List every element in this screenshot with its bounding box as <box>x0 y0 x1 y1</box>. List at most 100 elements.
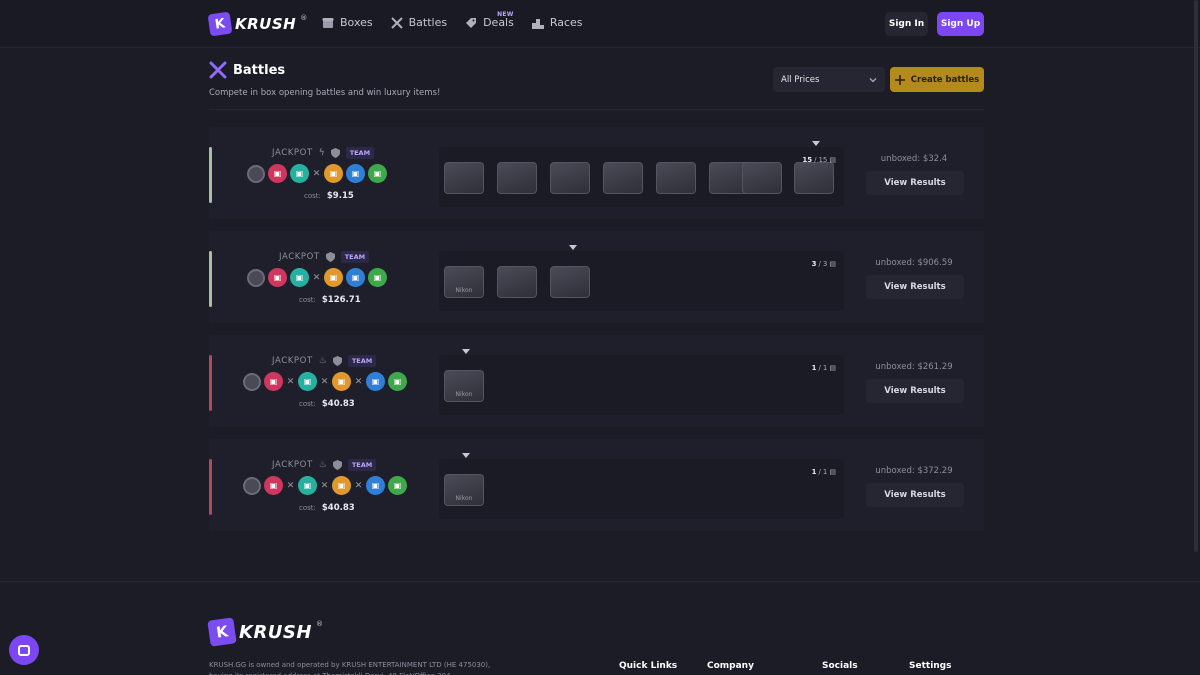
player-box-icon[interactable]: ▣ <box>332 476 351 495</box>
avatar[interactable] <box>243 476 261 495</box>
item-thumbnail[interactable] <box>494 261 540 303</box>
player-box-icon[interactable]: ▣ <box>388 372 407 391</box>
cost-value: $126.71 <box>321 295 361 305</box>
page-title-text: Battles <box>233 62 286 78</box>
chevron-down-icon <box>869 77 877 82</box>
price-filter-select[interactable]: All Prices <box>773 67 885 92</box>
item-thumbnail[interactable] <box>739 157 785 199</box>
avatar[interactable] <box>247 164 265 183</box>
sign-up-button[interactable]: Sign Up <box>937 12 984 36</box>
logo-registered-mark: ® <box>315 620 323 628</box>
items-strip: Nikon 1/1 ▤ <box>439 453 844 519</box>
player-box-icon[interactable]: ▣ <box>324 268 343 287</box>
progress-total: 1 <box>822 364 828 372</box>
item-thumbnail[interactable]: Nikon <box>441 365 487 407</box>
footer-divider <box>0 581 1200 582</box>
mode-label: JACKPOT <box>272 460 313 470</box>
battle-info: JACKPOT ϟ TEAM ▣ ▣ ✕ ▣ ▣ ▣ cost: $9.15 <box>239 127 429 219</box>
logo-registered-mark: ® <box>300 14 308 22</box>
cost-value: $40.83 <box>321 399 355 409</box>
brand-logo[interactable]: K KRUSH ® <box>207 11 308 37</box>
player-box-icon[interactable]: ▣ <box>368 164 387 183</box>
versus-icon: ✕ <box>286 376 295 387</box>
podium-icon <box>531 18 544 29</box>
battle-info: JACKPOT ♨ TEAM ▣ ✕ ▣ ✕ ▣ ✕ ▣ ▣ cost: $40… <box>239 439 429 531</box>
item-thumbnail[interactable] <box>441 157 487 199</box>
battle-mode: JACKPOT TEAM <box>279 251 370 263</box>
battle-row: JACKPOT ♨ TEAM ▣ ✕ ▣ ✕ ▣ ✕ ▣ ▣ cost: $40… <box>209 439 984 531</box>
unboxed-value: unboxed: $906.59 <box>875 258 953 268</box>
round-progress: 3/3 ▤ <box>811 260 836 268</box>
player-box-icon[interactable]: ▣ <box>298 372 317 391</box>
chat-button[interactable] <box>9 635 39 665</box>
players: ▣ ✕ ▣ ✕ ▣ ✕ ▣ ▣ <box>243 476 407 495</box>
player-box-icon[interactable]: ▣ <box>366 476 385 495</box>
sign-in-button[interactable]: Sign In <box>885 12 928 36</box>
mode-label: JACKPOT <box>272 356 313 366</box>
footer-logo[interactable]: K KRUSH ® <box>207 617 323 647</box>
items-strip: 15/15 ▤ <box>439 141 844 207</box>
player-box-icon[interactable]: ▣ <box>332 372 351 391</box>
round-progress: 15/15 ▤ <box>802 156 836 164</box>
player-box-icon[interactable]: ▣ <box>268 164 287 183</box>
nav-deals[interactable]: Deals NEW <box>465 11 514 29</box>
item-thumbnail[interactable] <box>600 157 646 199</box>
progress-total: 1 <box>822 468 828 476</box>
nav-races[interactable]: Races <box>531 16 583 29</box>
round-progress: 1/1 ▤ <box>811 364 836 372</box>
row-status-bar <box>209 459 212 515</box>
player-box-icon[interactable]: ▣ <box>368 268 387 287</box>
unboxed-value: unboxed: $372.29 <box>875 466 953 476</box>
view-results-button[interactable]: View Results <box>866 379 964 403</box>
scrollbar[interactable] <box>1194 0 1198 552</box>
item-thumbnail[interactable]: Nikon <box>441 469 487 511</box>
view-results-button[interactable]: View Results <box>866 483 964 507</box>
cost-label: cost: <box>299 296 316 304</box>
item-thumbnail[interactable] <box>547 157 593 199</box>
avatar[interactable] <box>247 268 265 287</box>
players: ▣ ▣ ✕ ▣ ▣ ▣ <box>247 268 387 287</box>
player-box-icon[interactable]: ▣ <box>366 372 385 391</box>
nav-boxes[interactable]: Boxes <box>322 16 373 29</box>
round-progress: 1/1 ▤ <box>811 468 836 476</box>
battle-mode: JACKPOT ♨ TEAM <box>272 459 377 471</box>
player-box-icon[interactable]: ▣ <box>298 476 317 495</box>
item-thumbnail[interactable] <box>494 157 540 199</box>
logo-cube-icon: K <box>207 11 233 37</box>
item-thumbnail[interactable] <box>653 157 699 199</box>
item-caption: Nikon <box>444 266 484 298</box>
shield-icon <box>332 460 342 470</box>
unboxed-value: unboxed: $32.4 <box>880 154 948 164</box>
player-box-icon[interactable]: ▣ <box>268 268 287 287</box>
item-thumbnail[interactable]: Nikon <box>441 261 487 303</box>
shield-icon <box>325 252 335 262</box>
view-results-button[interactable]: View Results <box>866 275 964 299</box>
footer-logo-text: KRUSH <box>239 621 312 643</box>
player-box-icon[interactable]: ▣ <box>324 164 343 183</box>
player-box-icon[interactable]: ▣ <box>290 164 309 183</box>
footer-legal-text: KRUSH.GG is owned and operated by KRUSH … <box>209 661 491 675</box>
progress-total: 3 <box>822 260 828 268</box>
player-box-icon[interactable]: ▣ <box>264 476 283 495</box>
plus-icon <box>894 74 905 85</box>
box-count-icon: ▤ <box>829 468 836 476</box>
progress-current: 1 <box>811 468 817 476</box>
new-badge: NEW <box>497 11 514 18</box>
battle-row: JACKPOT ♨ TEAM ▣ ✕ ▣ ✕ ▣ ✕ ▣ ▣ cost: $40… <box>209 335 984 427</box>
player-box-icon[interactable]: ▣ <box>264 372 283 391</box>
player-box-icon[interactable]: ▣ <box>290 268 309 287</box>
box-count-icon: ▤ <box>829 156 836 164</box>
create-battles-button[interactable]: Create battles <box>890 67 984 92</box>
player-box-icon[interactable]: ▣ <box>346 164 365 183</box>
battle-cost: cost: $9.15 <box>304 191 354 201</box>
progress-current: 15 <box>802 156 813 164</box>
players: ▣ ▣ ✕ ▣ ▣ ▣ <box>247 164 387 183</box>
item-caption: Nikon <box>444 474 484 506</box>
player-box-icon[interactable]: ▣ <box>346 268 365 287</box>
item-thumbnail[interactable] <box>547 261 593 303</box>
player-box-icon[interactable]: ▣ <box>388 476 407 495</box>
nav-battles[interactable]: Battles <box>390 16 447 29</box>
cost-label: cost: <box>299 400 316 408</box>
avatar[interactable] <box>243 372 261 391</box>
view-results-button[interactable]: View Results <box>866 171 964 195</box>
